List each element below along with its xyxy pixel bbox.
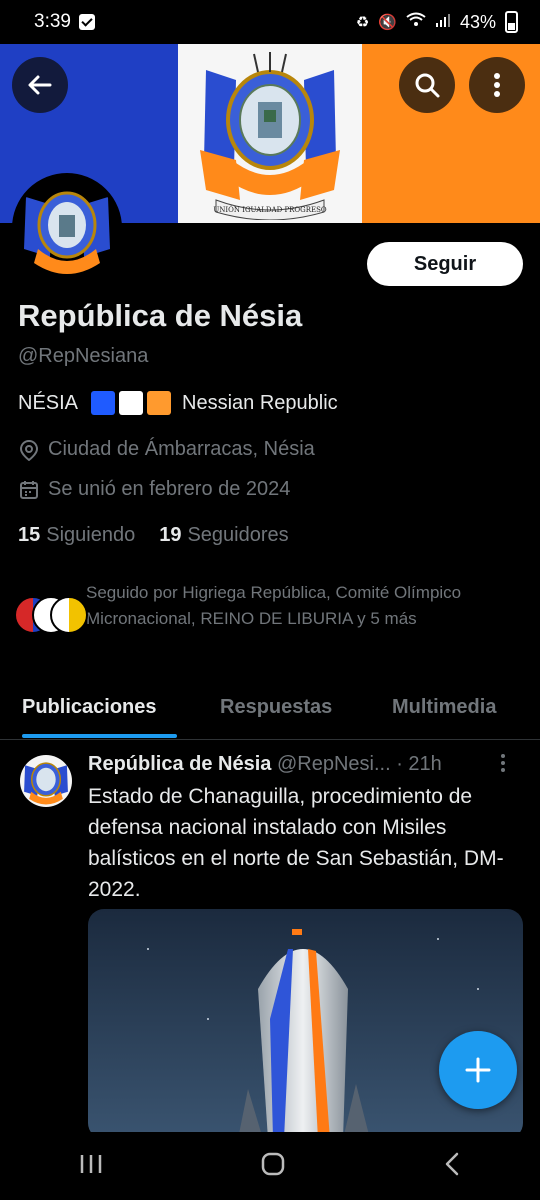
back-nav-button[interactable]: [442, 1151, 462, 1182]
profile-name: República de Nésia: [18, 298, 303, 333]
arrow-left-icon: [28, 75, 52, 95]
post-time: · 21h: [396, 753, 442, 775]
status-time: 3:39: [34, 11, 71, 32]
profile-location: Ciudad de Ámbarracas, Nésia: [18, 438, 315, 461]
recent-apps-icon: [80, 1154, 102, 1173]
follow-button[interactable]: Seguir: [367, 242, 523, 286]
more-options-button[interactable]: [469, 57, 525, 113]
profile-avatar[interactable]: [12, 173, 122, 283]
following-link[interactable]: 15 Siguiendo: [18, 524, 135, 547]
crest-motto: UNIÓN IGUALDAD PROGRESO: [213, 205, 327, 214]
flag-emoji-blue: [91, 391, 116, 415]
followers-count: 19: [159, 524, 182, 546]
following-count: 15: [18, 524, 41, 546]
avatar-crest-icon: [20, 755, 72, 807]
followed-by[interactable]: Seguido por Higriega República, Comité O…: [14, 580, 534, 640]
recycle-icon: ♻: [355, 14, 370, 31]
profile-handle: @RepNesiana: [18, 345, 149, 367]
signal-icon: [435, 12, 451, 32]
followed-by-avatars: [14, 596, 88, 640]
active-tab-indicator: [22, 734, 177, 738]
home-button[interactable]: [260, 1151, 286, 1182]
mute-icon: 🔇: [378, 14, 397, 31]
post-header: República de Nésia @RepNesi... · 21h: [88, 753, 442, 776]
avatar-crest-icon: [16, 177, 118, 279]
followers-link[interactable]: 19 Seguidores: [159, 524, 288, 547]
profile-joined: Se unió en febrero de 2024: [18, 478, 290, 501]
home-icon: [261, 1152, 285, 1175]
recent-apps-button[interactable]: [78, 1152, 104, 1181]
calendar-icon: [20, 480, 38, 499]
battery-percent: 43%: [459, 11, 496, 32]
followed-by-text: Seguido por Higriega República, Comité O…: [86, 583, 462, 628]
flag-stripe-white: UNIÓN IGUALDAD PROGRESO: [178, 44, 362, 223]
profile-tabs: Publicaciones Respuestas Multimedia: [0, 686, 540, 740]
joined-text: Se unió en febrero de 2024: [48, 478, 291, 500]
compose-button[interactable]: [439, 1031, 517, 1109]
post-handle: @RepNesi...: [276, 753, 391, 775]
more-vertical-icon: [501, 754, 505, 772]
plus-icon: [465, 1057, 491, 1083]
location-pin-icon: [19, 439, 39, 461]
post-image[interactable]: [88, 909, 523, 1139]
tab-multimedia[interactable]: Multimedia: [392, 696, 496, 719]
more-vertical-icon: [494, 73, 500, 97]
back-button[interactable]: [12, 57, 68, 113]
search-icon: [415, 73, 440, 98]
status-bar: 3:39 ♻ 🔇 43%: [0, 0, 540, 44]
profile-bio: NÉSIA Nessian Republic: [18, 391, 338, 415]
following-label: Siguiendo: [46, 524, 136, 546]
post-author[interactable]: República de Nésia: [88, 753, 271, 775]
flag-emoji-white: [119, 391, 144, 415]
coat-of-arms-icon: UNIÓN IGUALDAD PROGRESO: [200, 52, 340, 220]
bio-suffix: Nessian Republic: [182, 391, 338, 414]
post-avatar[interactable]: [20, 755, 72, 807]
flag-emoji-orange: [147, 391, 172, 415]
follower-avatar: [50, 596, 88, 634]
tab-publicaciones[interactable]: Publicaciones: [22, 696, 157, 719]
wifi-icon: [406, 12, 426, 32]
notification-check-icon: [78, 14, 95, 30]
missile-image: [88, 909, 523, 1139]
post-more-button[interactable]: [500, 753, 506, 779]
followers-label: Seguidores: [187, 524, 289, 546]
location-text: Ciudad de Ámbarracas, Nésia: [48, 438, 315, 460]
search-button[interactable]: [399, 57, 455, 113]
chevron-left-icon: [445, 1152, 459, 1175]
system-nav-bar: [0, 1132, 540, 1200]
tab-respuestas[interactable]: Respuestas: [220, 696, 332, 719]
battery-icon: [505, 11, 518, 33]
bio-prefix: NÉSIA: [18, 391, 79, 414]
follow-counts: 15 Siguiendo 19 Seguidores: [18, 524, 289, 547]
post-text: Estado de Chanaguilla, procedimiento de …: [88, 785, 504, 901]
